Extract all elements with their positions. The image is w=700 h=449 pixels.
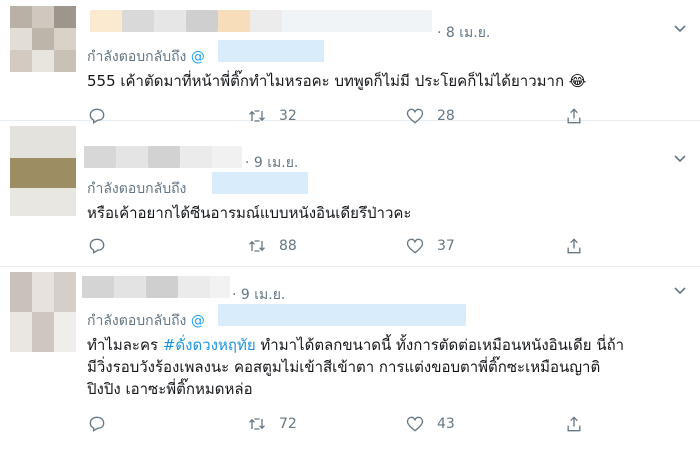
reply-handle-redaction [218, 304, 466, 326]
tweet-date[interactable]: · 9 เม.ย. [232, 284, 285, 306]
tweet-actions: 72 43 [87, 412, 607, 436]
reply-to-label: กำลังตอบกลับถึง [87, 181, 187, 197]
like-count: 37 [437, 238, 455, 254]
tweet-text-line2: มีวิ่งรอบวังร้องเพลงนะ คอสตูมไม่เข้าสีเข… [87, 358, 601, 376]
chevron-down-icon[interactable] [670, 280, 690, 300]
chevron-down-icon[interactable] [670, 148, 690, 168]
like-icon [406, 416, 424, 432]
avatar[interactable] [10, 272, 76, 352]
tweet-text: หรือเค้าอยากได้ซีนอารมณ์แบบหนังอินเดียรึ… [87, 204, 412, 222]
reply-to-line: กำลังตอบกลับถึง [87, 178, 186, 200]
avatar[interactable] [10, 6, 76, 72]
reply-to-handle[interactable]: @ [191, 313, 205, 329]
tweet[interactable]: · 9 เม.ย. กำลังตอบกลับถึง @ ทำไมละคร #ดั… [0, 266, 700, 449]
tweet-text-line3: ปิงปิง เอาซะพี่ติ๊กหมดหล่อ [87, 380, 253, 398]
retweet-count: 88 [279, 238, 297, 254]
tweet-text-line1-b: ทำมาได้ตลกขนาดนี้ ทั้งการตัดต่อเหมือนหนั… [255, 336, 625, 354]
share-icon [567, 416, 581, 432]
hashtag-link[interactable]: #ดั่งดวงหฤทัย [163, 336, 256, 354]
reply-to-line: กำลังตอบกลับถึง @ [87, 46, 205, 68]
like-button[interactable]: 43 [405, 412, 455, 436]
reply-to-line: กำลังตอบกลับถึง @ [87, 310, 205, 332]
reply-handle-redaction [212, 172, 308, 194]
reply-to-label: กำลังตอบกลับถึง [87, 313, 187, 329]
reply-icon [89, 238, 105, 254]
retweet-button[interactable]: 88 [247, 234, 297, 258]
retweet-icon [249, 240, 265, 252]
reply-to-handle[interactable]: @ [191, 49, 205, 65]
retweet-icon [249, 418, 265, 430]
like-icon [406, 238, 424, 254]
avatar[interactable] [10, 126, 76, 216]
retweet-button[interactable]: 72 [247, 412, 297, 436]
like-count: 43 [437, 416, 455, 432]
tweet-actions: 88 37 [87, 234, 607, 258]
reply-to-label: กำลังตอบกลับถึง [87, 49, 187, 65]
share-button[interactable] [564, 412, 584, 436]
tweet-text-line1-a: ทำไมละคร [87, 336, 163, 354]
reply-icon [89, 416, 105, 432]
chevron-down-icon[interactable] [670, 18, 690, 38]
reply-handle-redaction [218, 40, 324, 62]
reply-button[interactable] [87, 234, 107, 258]
share-button[interactable] [564, 234, 584, 258]
share-icon [567, 238, 581, 254]
tweet[interactable]: · 9 เม.ย. กำลังตอบกลับถึง หรือเค้าอยากได… [0, 120, 700, 267]
like-button[interactable]: 37 [405, 234, 455, 258]
tweet[interactable]: · 8 เม.ย. กำลังตอบกลับถึง @ 555 เค้าตัดม… [0, 0, 700, 124]
retweet-count: 72 [279, 416, 297, 432]
tweet-text: ทำไมละคร #ดั่งดวงหฤทัย ทำมาได้ตลกขนาดนี้… [87, 334, 687, 400]
reply-button[interactable] [87, 412, 107, 436]
tweet-text: 555 เค้าตัดมาที่หน้าพี่ติ๊กทำไมหรอคะ บทพ… [87, 72, 587, 90]
tweet-date[interactable]: · 8 เม.ย. [437, 22, 490, 44]
tweet-date[interactable]: · 9 เม.ย. [245, 152, 298, 174]
